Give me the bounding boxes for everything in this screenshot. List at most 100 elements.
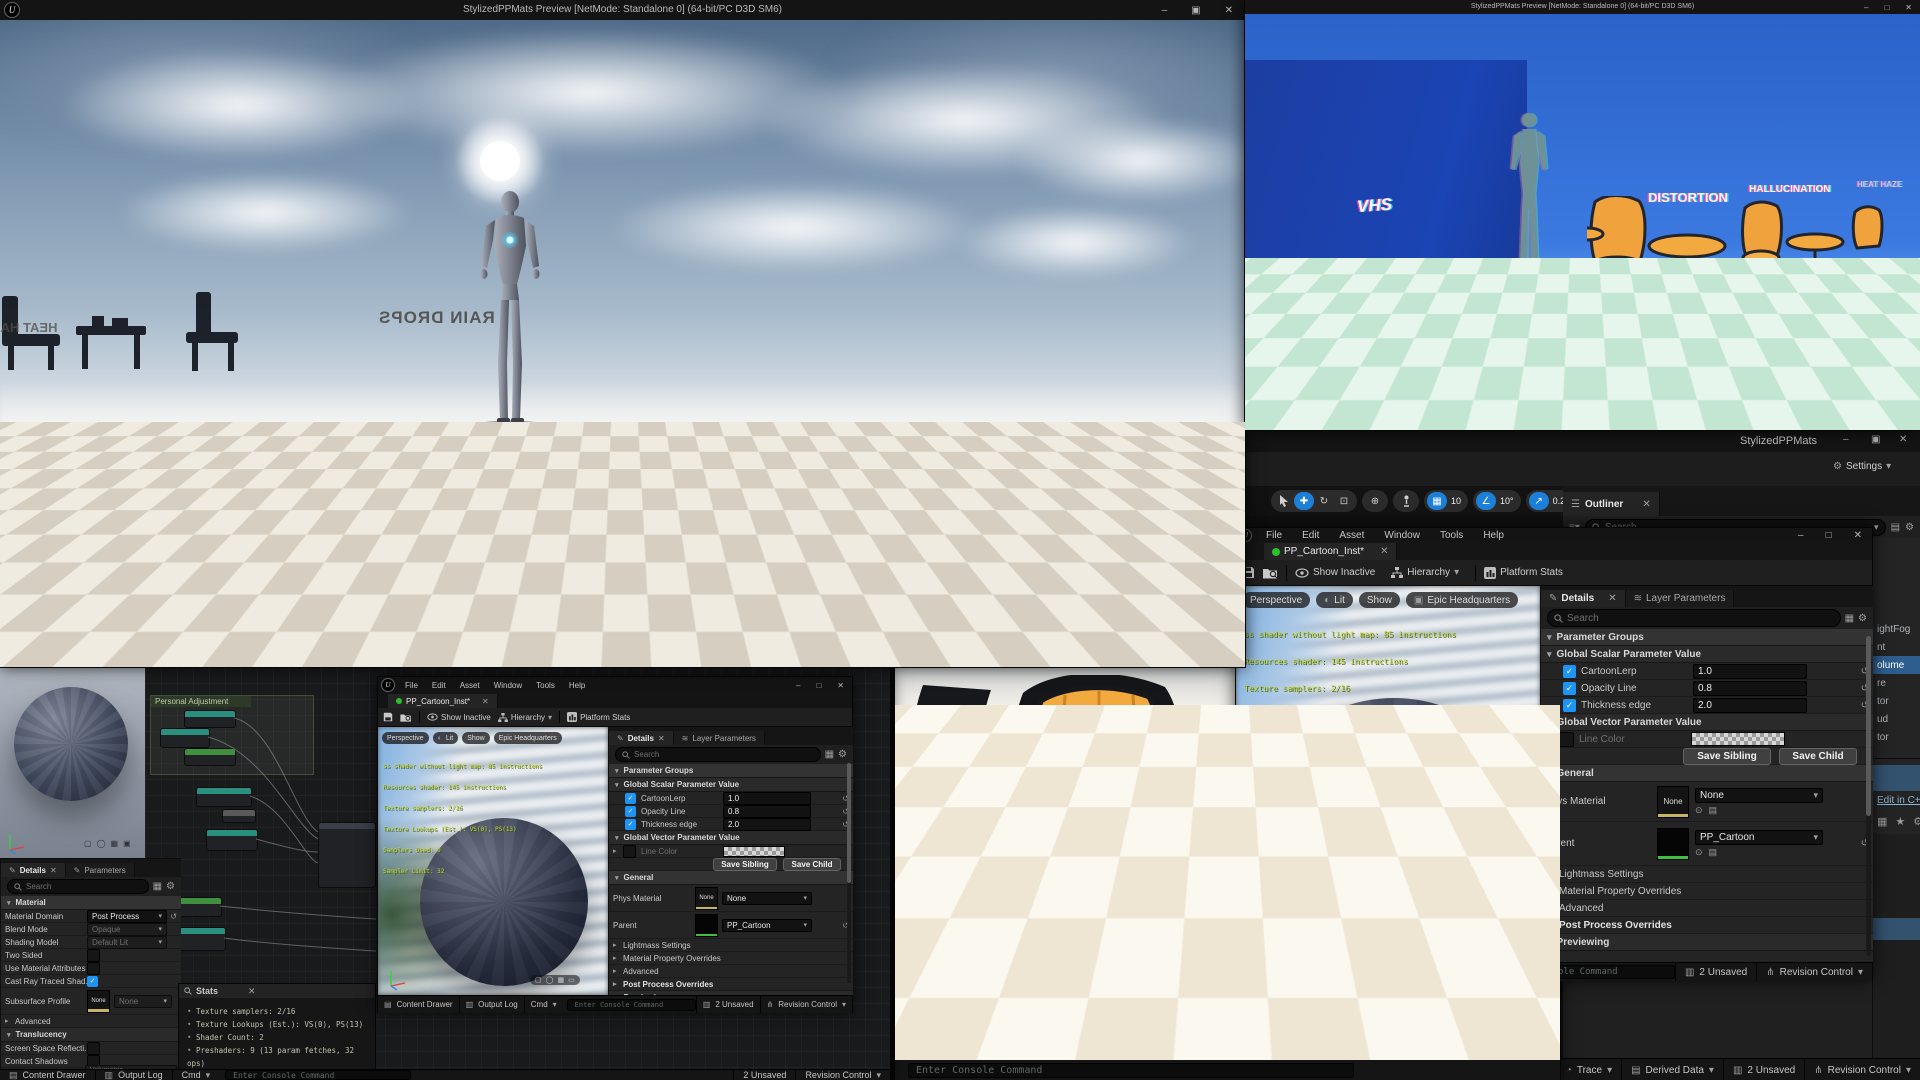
- main-editor-titlebar[interactable]: StylizedPPMats – ▣ ✕: [1245, 430, 1920, 452]
- save-sibling-button[interactable]: Save Sibling: [1683, 748, 1771, 765]
- outliner-row[interactable]: tor: [1873, 728, 1920, 746]
- section-advanced[interactable]: ▸Advanced: [609, 965, 853, 978]
- material-preview-panel[interactable]: ▢ ◯ ▦ ▣: [0, 667, 145, 858]
- content-drawer-button[interactable]: ▤Content Drawer: [1236, 963, 1338, 981]
- tab-outliner[interactable]: ☰ Outliner ✕: [1563, 492, 1660, 516]
- output-log-button[interactable]: ▥Output Log: [459, 996, 524, 1013]
- cmd-button[interactable]: Cmd▾: [172, 1070, 220, 1080]
- world-space-icon[interactable]: ⊕: [1365, 492, 1385, 510]
- plane-preview-icon[interactable]: ▭: [1497, 940, 1506, 951]
- hierarchy-button[interactable]: Hierarchy▾: [1391, 567, 1459, 578]
- platform-stats-button[interactable]: Platform Stats: [567, 712, 630, 722]
- value-input[interactable]: 2.0: [1693, 698, 1807, 713]
- plane-preview-icon[interactable]: ▣: [123, 839, 131, 848]
- menu-help[interactable]: Help: [1483, 530, 1504, 541]
- scale-tool-icon[interactable]: ⊡: [1334, 492, 1354, 510]
- instance-preview-viewport[interactable]: Perspective ◐Lit Show Epic Headquarters …: [378, 727, 608, 995]
- perspective-pill[interactable]: Perspective: [382, 732, 429, 744]
- revision-control-button[interactable]: ⋔Revision Control▾: [760, 996, 852, 1013]
- expand-icon[interactable]: ▸: [613, 847, 623, 855]
- gear-icon[interactable]: ⚙: [1905, 522, 1914, 533]
- save-child-button[interactable]: Save Child: [1779, 748, 1857, 765]
- outliner-row[interactable]: ightFog: [1873, 620, 1920, 638]
- cmd-button[interactable]: >_Cmd▾: [1421, 963, 1489, 981]
- maximize-button[interactable]: □: [1826, 530, 1832, 541]
- console-input[interactable]: Enter Console Command: [225, 1070, 411, 1080]
- hierarchy-button[interactable]: Hierarchy▾: [498, 713, 552, 722]
- grid-view-icon[interactable]: ▦: [1877, 815, 1887, 828]
- subsurface-thumbnail[interactable]: None: [87, 990, 110, 1013]
- section-advanced[interactable]: ▸Advanced: [1, 1015, 181, 1028]
- value-input[interactable]: 2.0: [723, 818, 811, 831]
- section-parameter-groups[interactable]: ▾Parameter Groups: [1541, 629, 1873, 646]
- minimize-button[interactable]: –: [1864, 3, 1868, 12]
- scrollbar-thumb[interactable]: [847, 763, 851, 883]
- checkbox-checked[interactable]: ✓: [1563, 665, 1576, 678]
- show-inactive-button[interactable]: Show Inactive: [427, 713, 491, 722]
- section-translucency[interactable]: ▾Translucency: [1, 1028, 181, 1042]
- tab-parameters[interactable]: ✎Parameters: [66, 863, 135, 877]
- tab-details[interactable]: ✎Details✕: [609, 731, 674, 745]
- tab-details[interactable]: ✎Details✕: [1, 863, 66, 877]
- asset-tab[interactable]: PP_Cartoon_Inst* ✕: [388, 694, 498, 708]
- preview-scene-pill[interactable]: Epic Headquarters: [494, 732, 562, 744]
- favorites-icon[interactable]: ★: [1895, 815, 1905, 828]
- angle-snap-icon[interactable]: ∠: [1476, 492, 1496, 510]
- gear-icon[interactable]: ⚙: [166, 881, 175, 892]
- checkbox-checked[interactable]: ✓: [625, 806, 636, 817]
- phys-material-dropdown[interactable]: None▾: [1695, 788, 1823, 803]
- revision-control-button[interactable]: ⋔Revision Control▾: [1756, 963, 1872, 981]
- section-global-scalar[interactable]: ▾Global Scalar Parameter Value: [1541, 646, 1873, 663]
- unsaved-button[interactable]: ▥2 Unsaved: [1723, 1059, 1804, 1080]
- checkbox-unchecked[interactable]: [87, 962, 100, 975]
- cube-preview-icon[interactable]: ▦: [557, 976, 564, 984]
- console-input[interactable]: Enter Console Command: [567, 999, 696, 1011]
- close-icon[interactable]: ✕: [50, 866, 57, 875]
- menu-tools[interactable]: Tools: [1440, 530, 1463, 541]
- details-selected-row[interactable]: [1873, 918, 1920, 940]
- parent-thumbnail[interactable]: [1657, 828, 1689, 860]
- section-material-property-overrides[interactable]: ▸Material Property Overrides: [1541, 883, 1873, 900]
- value-input[interactable]: 0.8: [1693, 681, 1807, 696]
- select-tool-icon[interactable]: [1274, 492, 1294, 510]
- stats-tab[interactable]: Stats: [196, 986, 218, 996]
- checkbox-checked[interactable]: ✓: [625, 793, 636, 804]
- section-lightmass[interactable]: ▸Lightmass Settings: [1541, 866, 1873, 883]
- close-icon[interactable]: ✕: [658, 734, 665, 743]
- outliner-row[interactable]: ud: [1873, 710, 1920, 728]
- minimize-button[interactable]: –: [796, 681, 800, 690]
- gear-icon[interactable]: ⚙: [1858, 613, 1867, 624]
- scrollbar-track[interactable]: [847, 763, 851, 983]
- menu-tools[interactable]: Tools: [536, 681, 555, 690]
- show-pill[interactable]: Show: [462, 732, 490, 744]
- close-button[interactable]: ✕: [1854, 530, 1862, 541]
- menu-asset[interactable]: Asset: [460, 681, 480, 690]
- section-material-property-overrides[interactable]: ▸Material Property Overrides: [609, 952, 853, 965]
- game-viewport[interactable]: VHS DISTORTION HALLUCINATION HEAT HAZE: [1245, 14, 1920, 430]
- outliner-row[interactable]: re: [1873, 674, 1920, 692]
- content-drawer-button[interactable]: ▤Content Drawer: [0, 1070, 95, 1080]
- section-general[interactable]: ▾General: [1541, 765, 1873, 782]
- parent-thumbnail[interactable]: [695, 914, 718, 937]
- chevron-down-icon[interactable]: ▾: [1874, 522, 1879, 533]
- outliner-row-selected[interactable]: olume: [1873, 656, 1920, 674]
- value-input[interactable]: 0.8: [723, 805, 811, 818]
- add-folder-icon[interactable]: ▤: [1891, 522, 1900, 533]
- gear-icon[interactable]: ⚙: [838, 749, 847, 760]
- section-previewing[interactable]: ▾Previewing: [1541, 934, 1873, 951]
- section-global-scalar[interactable]: ▾Global Scalar Parameter Value: [609, 778, 853, 792]
- grid-snap-value[interactable]: 10: [1447, 496, 1465, 506]
- content-drawer-button[interactable]: ▤Content Drawer: [378, 996, 459, 1013]
- checkbox-checked[interactable]: ✓: [1563, 699, 1576, 712]
- revision-control-button[interactable]: Revision Control▾: [795, 1070, 890, 1080]
- section-post-process-overrides[interactable]: ▸Post Process Overrides: [1541, 917, 1873, 934]
- edit-in-cpp-link[interactable]: Edit in C++: [1873, 791, 1920, 809]
- surface-snap-icon[interactable]: [1396, 492, 1416, 510]
- console-input[interactable]: Enter Console Command: [908, 1063, 1354, 1078]
- browse-to-asset-icon[interactable]: [1263, 567, 1278, 579]
- preview-titlebar[interactable]: StylizedPPMats Preview [NetMode: Standal…: [1245, 0, 1920, 14]
- maximize-button[interactable]: □: [816, 681, 821, 690]
- minimize-button[interactable]: –: [1162, 5, 1168, 16]
- platform-stats-button[interactable]: Platform Stats: [1484, 567, 1563, 579]
- reset-icon[interactable]: ↺: [170, 912, 177, 921]
